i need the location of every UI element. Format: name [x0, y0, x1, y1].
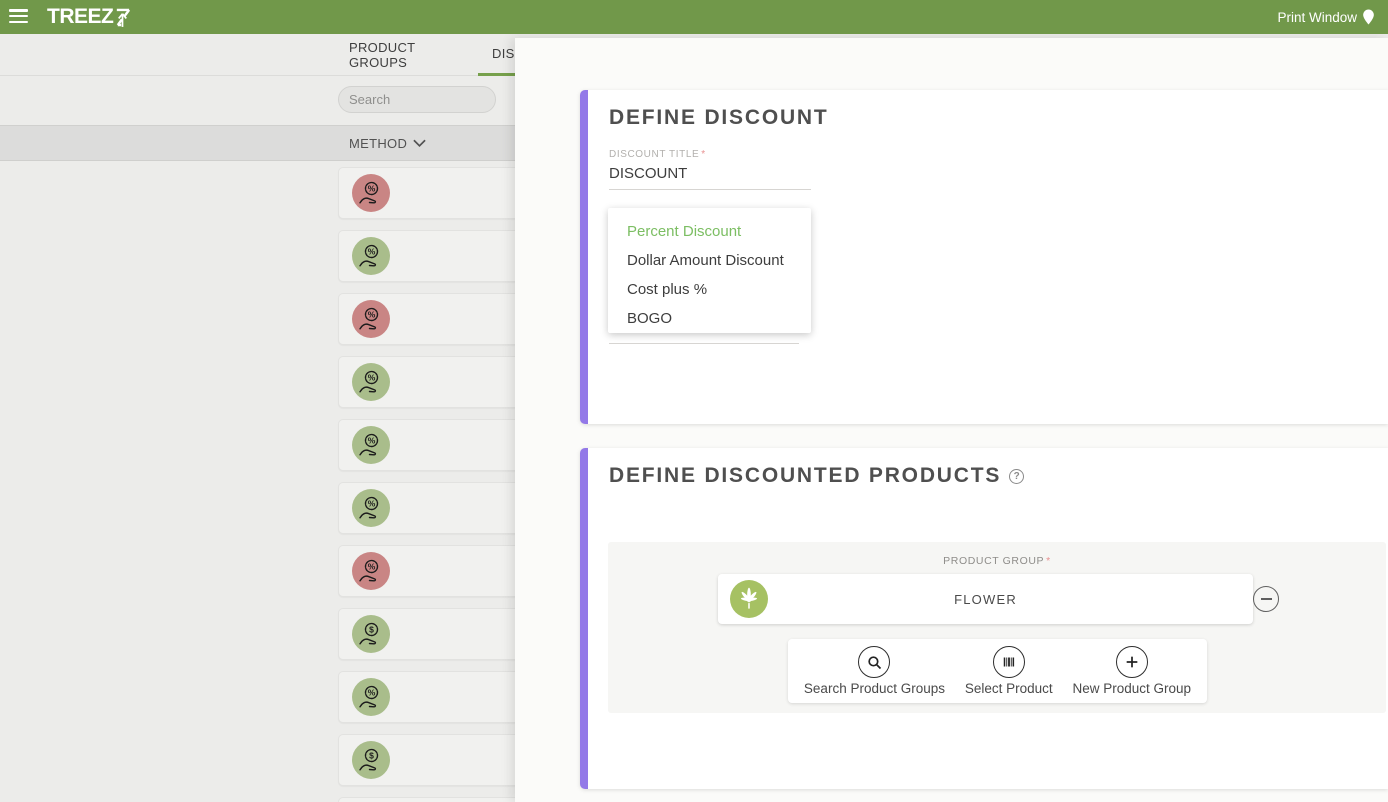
search-box	[338, 86, 496, 113]
select-product-button[interactable]: Select Product	[965, 646, 1053, 696]
discount-title-label-text: DISCOUNT TITLE	[609, 149, 699, 160]
method-sort-control[interactable]: METHOD	[349, 136, 426, 151]
product-group-label-text: PRODUCT GROUP	[943, 555, 1044, 567]
svg-text:%: %	[368, 183, 376, 193]
discount-type-dropdown: Percent DiscountDollar Amount DiscountCo…	[608, 208, 811, 333]
plus-icon	[1116, 646, 1148, 678]
discount-editor-panel: DEFINE DISCOUNT DISCOUNT TITLE* Percent …	[515, 38, 1388, 802]
required-asterisk: *	[1046, 555, 1051, 567]
svg-text:$: $	[369, 624, 374, 634]
location-pin-icon	[1362, 9, 1375, 25]
help-icon[interactable]: ?	[1009, 469, 1024, 484]
search-product-groups-label: Search Product Groups	[804, 681, 945, 696]
discount-title-input[interactable]	[609, 162, 811, 190]
svg-text:%: %	[368, 309, 376, 319]
method-label: METHOD	[349, 136, 407, 151]
svg-text:%: %	[368, 372, 376, 382]
svg-text:%: %	[368, 498, 376, 508]
search-icon	[858, 646, 890, 678]
define-discounted-products-title: DEFINE DISCOUNTED PRODUCTS	[609, 464, 1001, 487]
svg-text:%: %	[368, 246, 376, 256]
define-discount-title: DEFINE DISCOUNT	[609, 106, 829, 130]
dollar-hand-icon: $	[352, 741, 390, 779]
percent-hand-icon: %	[352, 174, 390, 212]
remove-group-button[interactable]	[1253, 586, 1279, 612]
print-window-label: Print Window	[1277, 10, 1357, 25]
product-group-label: PRODUCT GROUP*	[608, 555, 1386, 567]
discount-title-label: DISCOUNT TITLE*	[609, 149, 706, 160]
percent-hand-icon: %	[352, 678, 390, 716]
svg-text:$: $	[369, 750, 374, 760]
new-product-group-label: New Product Group	[1072, 681, 1191, 696]
search-input[interactable]	[339, 92, 496, 107]
percent-hand-icon: %	[352, 300, 390, 338]
menu-icon[interactable]	[9, 9, 28, 25]
app-header: TREEZ Print Window	[0, 0, 1388, 34]
select-product-label: Select Product	[965, 681, 1053, 696]
svg-text:%: %	[368, 435, 376, 445]
product-group-actions: Search Product Groups Select Product New P…	[788, 639, 1207, 703]
dropdown-option[interactable]: Percent Discount	[608, 217, 811, 246]
define-discounted-products-card: DEFINE DISCOUNTED PRODUCTS? PRODUCT GROU…	[580, 448, 1388, 789]
percent-hand-icon: %	[352, 489, 390, 527]
print-window-button[interactable]: Print Window	[1277, 0, 1375, 34]
dropdown-option[interactable]: Dollar Amount Discount	[608, 246, 811, 275]
dollar-hand-icon: $	[352, 615, 390, 653]
product-group-section: PRODUCT GROUP* FLOWER	[608, 542, 1386, 713]
chevron-down-icon	[413, 139, 426, 148]
minus-icon	[1261, 598, 1272, 600]
product-group-chip-label: FLOWER	[718, 592, 1253, 607]
svg-text:%: %	[368, 561, 376, 571]
cannabis-leaf-icon	[730, 580, 768, 618]
dropdown-option[interactable]: BOGO	[608, 304, 811, 333]
product-group-chip[interactable]: FLOWER	[718, 574, 1253, 624]
treez-tree-arrow-icon	[114, 7, 131, 28]
treez-logo-text: TREEZ	[47, 5, 113, 29]
search-product-groups-button[interactable]: Search Product Groups	[804, 646, 945, 696]
treez-logo: TREEZ	[47, 5, 131, 29]
percent-hand-icon: %	[352, 237, 390, 275]
define-discount-card: DEFINE DISCOUNT DISCOUNT TITLE* Percent …	[580, 90, 1388, 424]
new-product-group-button[interactable]: New Product Group	[1072, 646, 1191, 696]
percent-hand-icon: %	[352, 426, 390, 464]
tab-product-groups-label: PRODUCT GROUPS	[349, 40, 461, 70]
required-asterisk: *	[701, 149, 706, 160]
dropdown-option[interactable]: Cost plus %	[608, 275, 811, 304]
barcode-icon	[993, 646, 1025, 678]
svg-text:%: %	[368, 687, 376, 697]
percent-hand-icon: %	[352, 363, 390, 401]
tab-product-groups[interactable]: PRODUCT GROUPS	[349, 34, 461, 76]
percent-hand-icon: %	[352, 552, 390, 590]
